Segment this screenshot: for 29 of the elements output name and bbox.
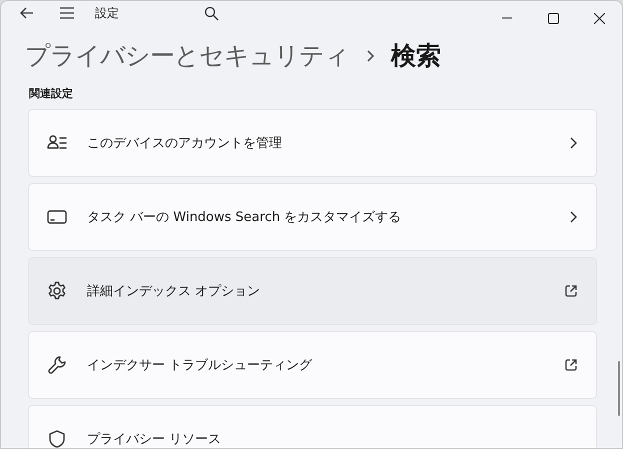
- settings-card[interactable]: インデクサー トラブルシューティング: [28, 331, 597, 399]
- external-link-icon: [564, 284, 578, 298]
- settings-card[interactable]: 詳細インデックス オプション: [28, 257, 597, 325]
- scrollbar-thumb[interactable]: [618, 361, 620, 416]
- page-title: 検索: [391, 40, 441, 72]
- shield-icon: [47, 429, 67, 448]
- settings-label: 詳細インデックス オプション: [87, 283, 262, 300]
- settings-card[interactable]: このデバイスのアカウントを管理: [28, 109, 597, 177]
- settings-icon: [47, 281, 67, 301]
- chevron-right-icon: [568, 210, 578, 224]
- search-icon: [204, 6, 218, 20]
- minimize-icon: [502, 17, 512, 19]
- close-icon: [594, 12, 604, 24]
- breadcrumb-parent[interactable]: プライバシーとセキュリティ: [25, 39, 349, 72]
- wrench-icon: [47, 355, 67, 375]
- window-title: 設定: [95, 4, 119, 22]
- breadcrumb-chevron-icon: [365, 48, 375, 62]
- settings-card[interactable]: タスク バーの Windows Search をカスタマイズする: [28, 183, 597, 251]
- settings-label: プライバシー リソース: [87, 431, 222, 448]
- settings-card[interactable]: プライバシー リソース: [28, 405, 597, 448]
- settings-label: このデバイスのアカウントを管理: [87, 135, 283, 152]
- back-arrow-icon: [19, 5, 35, 21]
- external-link-icon: [564, 358, 578, 372]
- settings-label: タスク バーの Windows Search をカスタマイズする: [87, 209, 402, 226]
- section-heading: 関連設定: [28, 86, 74, 102]
- menu-icon: [59, 6, 75, 20]
- chevron-right-icon: [568, 136, 578, 150]
- settings-label: インデクサー トラブルシューティング: [87, 357, 314, 374]
- maximize-icon: [548, 12, 558, 24]
